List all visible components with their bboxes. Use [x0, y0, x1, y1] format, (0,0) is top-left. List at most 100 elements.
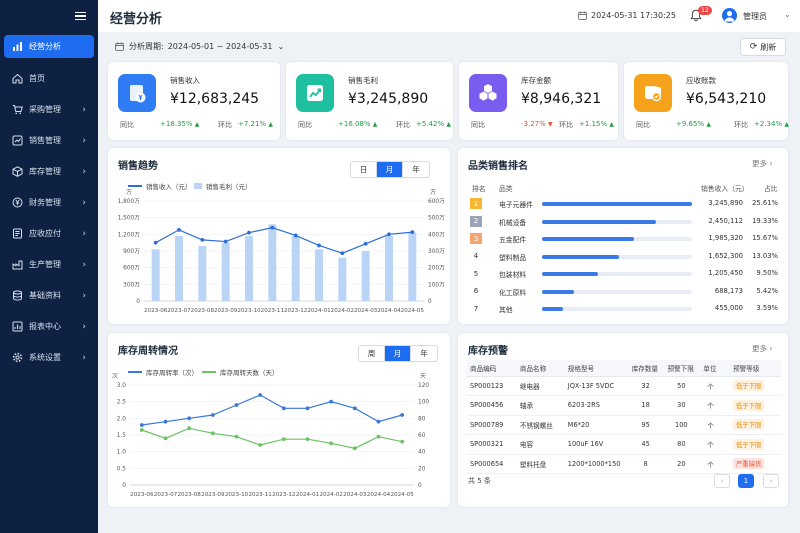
- tab-2[interactable]: 年: [403, 162, 429, 177]
- share-bar-fill: [542, 289, 574, 294]
- rank-row[interactable]: 6 化工原料 688,173 5.42%: [458, 284, 788, 300]
- sidebar-item-9[interactable]: 报表中心 ›: [4, 315, 94, 338]
- table-cell: SP000789: [466, 415, 516, 435]
- x-tick-label: 2023-10: [237, 308, 261, 314]
- user-name[interactable]: 管理员: [743, 11, 767, 22]
- chevron-right-icon: ›: [82, 104, 86, 115]
- sales-trend-period-tabs: 日月年: [350, 161, 430, 178]
- mom-value: +1.15% ▲: [579, 120, 614, 128]
- data-point: [139, 423, 144, 427]
- rank-badge: 6: [473, 287, 479, 295]
- sidebar-item-3[interactable]: 销售管理 ›: [4, 129, 94, 152]
- table-cell: 个: [699, 376, 730, 396]
- chevron-down-icon[interactable]: ⌄: [277, 42, 284, 51]
- sidebar-item-1[interactable]: 首页: [4, 67, 94, 90]
- kpi-value: ¥12,683,245: [170, 91, 260, 107]
- data-point: [200, 237, 205, 242]
- category-name: 其他: [499, 306, 513, 314]
- data-point: [340, 251, 345, 256]
- sidebar-item-8[interactable]: 基础资料 ›: [4, 284, 94, 307]
- y-right-unit: 万: [430, 189, 436, 196]
- data-point: [305, 437, 310, 442]
- table-cell: SP000654: [466, 454, 516, 474]
- table-cell: 继电器: [515, 376, 564, 396]
- sidebar-item-10[interactable]: 系统设置 ›: [4, 346, 94, 369]
- data-point: [163, 419, 168, 424]
- legend-line-swatch: [128, 185, 142, 187]
- tab-1[interactable]: 月: [385, 346, 411, 361]
- table-row[interactable]: SP000789 不锈钢螺丝 M6*20 95 100 个低于下限: [466, 415, 781, 435]
- table-row[interactable]: SP000654 塑料托盘 1200*1000*150 8 20 个严重缺货: [466, 454, 781, 474]
- kpi-label: 应收账款: [686, 76, 716, 85]
- mom-text: +2.34%: [754, 120, 783, 128]
- table-row[interactable]: SP000321 电容 100uF 16V 45 80 个低于下限: [466, 434, 781, 455]
- trend-icon-tile: [296, 74, 334, 112]
- y-right-tick-label: 100: [418, 400, 429, 406]
- kpi-card-0: 销售收入 ¥12,683,245 同比 +18.35% ▲ 环比 +7.21% …: [108, 62, 280, 140]
- y-right-tick-label: 200万: [428, 265, 445, 272]
- sidebar-item-5[interactable]: 财务管理 ›: [4, 191, 94, 214]
- table-cell: 18: [627, 395, 664, 416]
- share-bar-fill: [542, 219, 656, 224]
- share-bar-track: [542, 254, 692, 259]
- arrow-down-icon: ▼: [548, 121, 553, 128]
- more-link[interactable]: 更多 ›: [752, 158, 772, 169]
- y-right-tick-label: 600万: [428, 198, 445, 205]
- turnover-period-tabs: 周月年: [358, 345, 438, 362]
- category-rank-title: 品类销售排名: [468, 161, 528, 172]
- more-link[interactable]: 更多 ›: [752, 343, 772, 354]
- stock-warning-card: 库存预警 更多 › 商品编码 商品名称 规格型号 库存数量 预警下限 单位 预警等级 SP0…: [458, 333, 788, 507]
- sidebar-item-7[interactable]: 生产管理 ›: [4, 253, 94, 276]
- sales-trend-chart: 万 万 0 0 300万 100万 600万 200万 900万 300万 1,200万 400万 1,…: [118, 189, 445, 314]
- period-value[interactable]: 2024-05-01 ~ 2024-05-31: [168, 42, 273, 51]
- y-left-tick-label: 0: [136, 299, 140, 305]
- hamburger-menu-icon[interactable]: [75, 11, 86, 21]
- cubes-icon-tile: [469, 74, 507, 112]
- chevron-down-icon[interactable]: ⌄: [784, 10, 791, 19]
- share-bar-fill: [542, 307, 563, 311]
- yoy-value: +18.35% ▲: [160, 120, 199, 128]
- tab-0[interactable]: 周: [359, 346, 385, 361]
- tab-0[interactable]: 日: [351, 162, 377, 177]
- rank-row[interactable]: 3 五金配件 1,985,320 15.67%: [458, 231, 788, 247]
- page-button[interactable]: 1: [738, 474, 754, 488]
- table-cell: 严重缺货: [729, 454, 781, 474]
- chart-icon: [13, 42, 22, 51]
- tab-1[interactable]: 月: [377, 162, 403, 177]
- sidebar-item-label: 首页: [29, 74, 45, 83]
- home-icon: [12, 73, 23, 84]
- avatar[interactable]: [722, 8, 737, 23]
- table-row[interactable]: SP000456 轴承 6203-2RS 18 30 个低于下限: [466, 395, 781, 416]
- sidebar-item-6[interactable]: 应收应付 ›: [4, 222, 94, 245]
- cart-icon: [12, 105, 23, 115]
- rank-badge: 1: [470, 198, 482, 209]
- y-left-tick-label: 1,800万: [118, 198, 141, 205]
- next-page-button[interactable]: ›: [763, 474, 779, 488]
- table-header-row: 商品编码 商品名称 规格型号 库存数量 预警下限 单位 预警等级: [466, 360, 781, 377]
- category-name: 化工原料: [499, 288, 527, 297]
- prev-page-button[interactable]: ‹: [714, 474, 730, 488]
- sidebar-item-2[interactable]: 采购管理 ›: [4, 98, 94, 121]
- sidebar-item-4[interactable]: 库存管理 ›: [4, 160, 94, 183]
- rank-row[interactable]: 7 其他 455,000 3.59%: [458, 301, 788, 317]
- rank-row[interactable]: 5 包装材料 1,205,450 9.50%: [458, 266, 788, 282]
- tab-2[interactable]: 年: [411, 346, 437, 361]
- y-right-tick-label: 120: [418, 383, 429, 389]
- y-right-tick-label: 20: [418, 466, 426, 472]
- rank-row[interactable]: 4 塑料制品 1,652,300 13.03%: [458, 249, 788, 265]
- share-bar-fill: [542, 237, 634, 241]
- yoy-label: 同比: [298, 121, 312, 129]
- warning-level-badge: 低于下限: [733, 399, 765, 411]
- refresh-button[interactable]: ⟳ 刷新: [740, 38, 786, 56]
- sidebar-item-0[interactable]: 经营分析: [4, 35, 94, 58]
- analysis-period-picker[interactable]: 分析周期: 2024-05-01 ~ 2024-05-31 ⌄: [115, 41, 284, 52]
- table-cell: 8: [627, 454, 664, 474]
- share-bar-track: [542, 307, 692, 311]
- kpi-value: ¥8,946,321: [521, 91, 602, 107]
- bar: [221, 242, 230, 301]
- rank-row[interactable]: 1 电子元器件 3,245,890 25.61%: [458, 196, 788, 212]
- table-row[interactable]: SP000123 继电器 JQX-13F 5VDC 32 50 个低于下限: [466, 376, 781, 396]
- table-cell: 电容: [515, 434, 564, 455]
- rank-row[interactable]: 2 机械设备 2,450,112 19.33%: [458, 214, 788, 230]
- yoy-label: 同比: [636, 121, 650, 129]
